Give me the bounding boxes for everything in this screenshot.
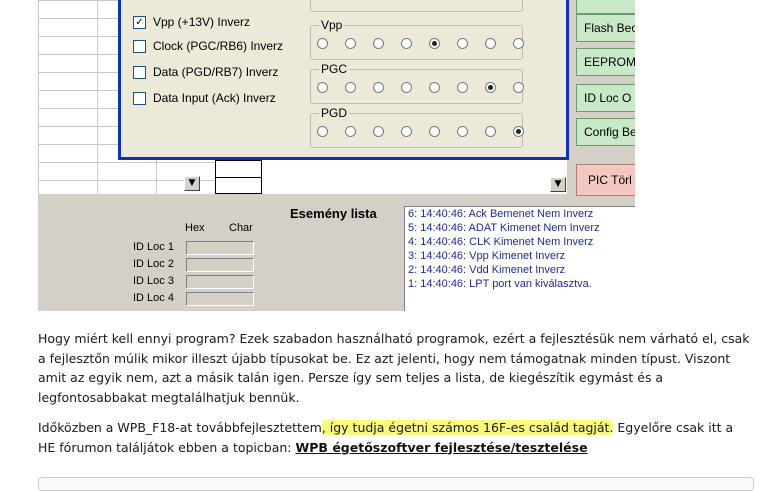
- secondary-list: [262, 160, 567, 194]
- radio-option[interactable]: [345, 126, 356, 137]
- radio-option[interactable]: [485, 82, 496, 93]
- config-button[interactable]: Config Beo: [576, 118, 635, 146]
- checkbox-label: Vpp (+13V) Inverz: [153, 15, 251, 29]
- side-button-top[interactable]: [576, 0, 635, 14]
- radio-option[interactable]: [485, 38, 496, 49]
- radio-option[interactable]: [373, 38, 384, 49]
- id-loc-field[interactable]: [186, 241, 254, 255]
- event-item: 1: 14:40:46: LPT port van kiválasztva.: [408, 278, 592, 290]
- radio-option[interactable]: [429, 82, 440, 93]
- event-item: 4: 14:40:46: CLK Kimenet Nem Inverz: [408, 236, 594, 248]
- radio-option[interactable]: [401, 38, 412, 49]
- id-loc-label: ID Loc 4: [133, 292, 174, 304]
- checkbox-icon: [133, 91, 146, 105]
- checkbox-vpp-inverz[interactable]: ✓ Vpp (+13V) Inverz: [133, 13, 250, 31]
- id-loc-label: ID Loc 1: [133, 241, 174, 253]
- radio-option[interactable]: [429, 126, 440, 137]
- group-label: PGD: [319, 106, 350, 120]
- list-scroll-down-icon[interactable]: ▼: [550, 177, 566, 192]
- radio-option[interactable]: [429, 38, 440, 49]
- radio-row: [317, 38, 541, 49]
- radio-row: [317, 82, 541, 93]
- event-item: 6: 14:40:46: Ack Bemenet Nem Inverz: [408, 208, 594, 220]
- checkbox-icon: [133, 65, 146, 79]
- post-paragraph-1: Hogy miért kell ennyi program? Ezek szab…: [38, 331, 750, 405]
- radio-option[interactable]: [457, 38, 468, 49]
- radio-option[interactable]: [373, 82, 384, 93]
- radio-option[interactable]: [317, 82, 328, 93]
- hex-header: Hex: [185, 222, 205, 234]
- topic-link[interactable]: WPB égetőszoftver fejlesztése/tesztelése: [295, 440, 587, 455]
- radio-option[interactable]: [513, 82, 524, 93]
- radio-group-pgd: PGD: [310, 106, 524, 148]
- inversion-settings-dialog: ✓ Vpp (+13V) Inverz Clock (PGC/RB6) Inve…: [118, 0, 569, 160]
- grid-cell-editor[interactable]: [215, 160, 262, 194]
- radio-option[interactable]: [401, 126, 412, 137]
- radio-option[interactable]: [317, 38, 328, 49]
- paragraph-text: Időközben a WPB_F18-at továbbfejlesztett…: [38, 420, 322, 435]
- id-loc-row: ID Loc 2: [133, 258, 174, 274]
- radio-option[interactable]: [317, 126, 328, 137]
- id-loc-label: ID Loc 3: [133, 275, 174, 287]
- checkbox-label: Data (PGD/RB7) Inverz: [153, 65, 279, 79]
- char-header: Char: [229, 222, 253, 234]
- event-item: 3: 14:40:46: Vpp Kimenet Inverz: [408, 250, 566, 262]
- radio-option[interactable]: [457, 126, 468, 137]
- radio-row: [317, 126, 541, 137]
- radio-group-pgc: PGC: [310, 62, 524, 104]
- radio-option[interactable]: [373, 126, 384, 137]
- radio-group-top: [310, 0, 523, 12]
- radio-option[interactable]: [513, 38, 524, 49]
- id-loc-field[interactable]: [186, 275, 254, 289]
- flash-button[interactable]: Flash Beo: [576, 14, 635, 42]
- programmer-screenshot: ▼ ✓ Vpp (+13V) Inverz Clock (PGC/RB6) In…: [38, 0, 635, 311]
- checkbox-label: Data Input (Ack) Inverz: [153, 91, 276, 105]
- id-loc-row: ID Loc 3: [133, 275, 174, 291]
- radio-option[interactable]: [345, 82, 356, 93]
- radio-option[interactable]: [401, 82, 412, 93]
- checkbox-ack-inverz[interactable]: Data Input (Ack) Inverz: [133, 89, 276, 107]
- group-label: Vpp: [319, 18, 345, 32]
- id-loc-button[interactable]: ID Loc O: [576, 84, 635, 112]
- event-list[interactable]: 6: 14:40:46: Ack Bemenet Nem Inverz 5: 1…: [404, 206, 635, 311]
- event-list-title: Esemény lista: [290, 206, 377, 221]
- status-panel: Esemény lista Hex Char ID Loc 1 ID Loc 2…: [38, 198, 635, 311]
- eeprom-button[interactable]: EEPROM: [576, 48, 635, 76]
- id-loc-field[interactable]: [186, 258, 254, 272]
- post-paragraph-2: Időközben a WPB_F18-at továbbfejlesztett…: [38, 418, 754, 457]
- event-item: 2: 14:40:46: Vdd Kimenet Inverz: [408, 264, 566, 276]
- checkbox-clock-inverz[interactable]: Clock (PGC/RB6) Inverz: [133, 37, 283, 55]
- radio-option[interactable]: [345, 38, 356, 49]
- grid-scroll-down-icon[interactable]: ▼: [184, 176, 200, 191]
- radio-option[interactable]: [513, 126, 524, 137]
- next-post-box: [38, 477, 754, 491]
- id-loc-label: ID Loc 2: [133, 258, 174, 270]
- checkbox-label: Clock (PGC/RB6) Inverz: [153, 39, 284, 53]
- id-loc-row: ID Loc 4: [133, 292, 174, 308]
- id-loc-row: ID Loc 1: [133, 241, 174, 257]
- group-label: PGC: [319, 62, 350, 76]
- id-loc-field[interactable]: [186, 292, 254, 306]
- highlighted-text: , így tudja égetni számos 16F-es család …: [321, 420, 614, 435]
- event-item: 5: 14:40:46: ADAT Kimenet Nem Inverz: [408, 222, 600, 234]
- radio-option[interactable]: [485, 126, 496, 137]
- radio-group-vpp: Vpp: [310, 18, 524, 60]
- checkbox-checked-icon: ✓: [133, 15, 146, 29]
- checkbox-data-inverz[interactable]: Data (PGD/RB7) Inverz: [133, 63, 278, 81]
- checkbox-icon: [133, 39, 146, 53]
- pic-erase-button[interactable]: PIC Törl: [576, 164, 635, 196]
- radio-option[interactable]: [457, 82, 468, 93]
